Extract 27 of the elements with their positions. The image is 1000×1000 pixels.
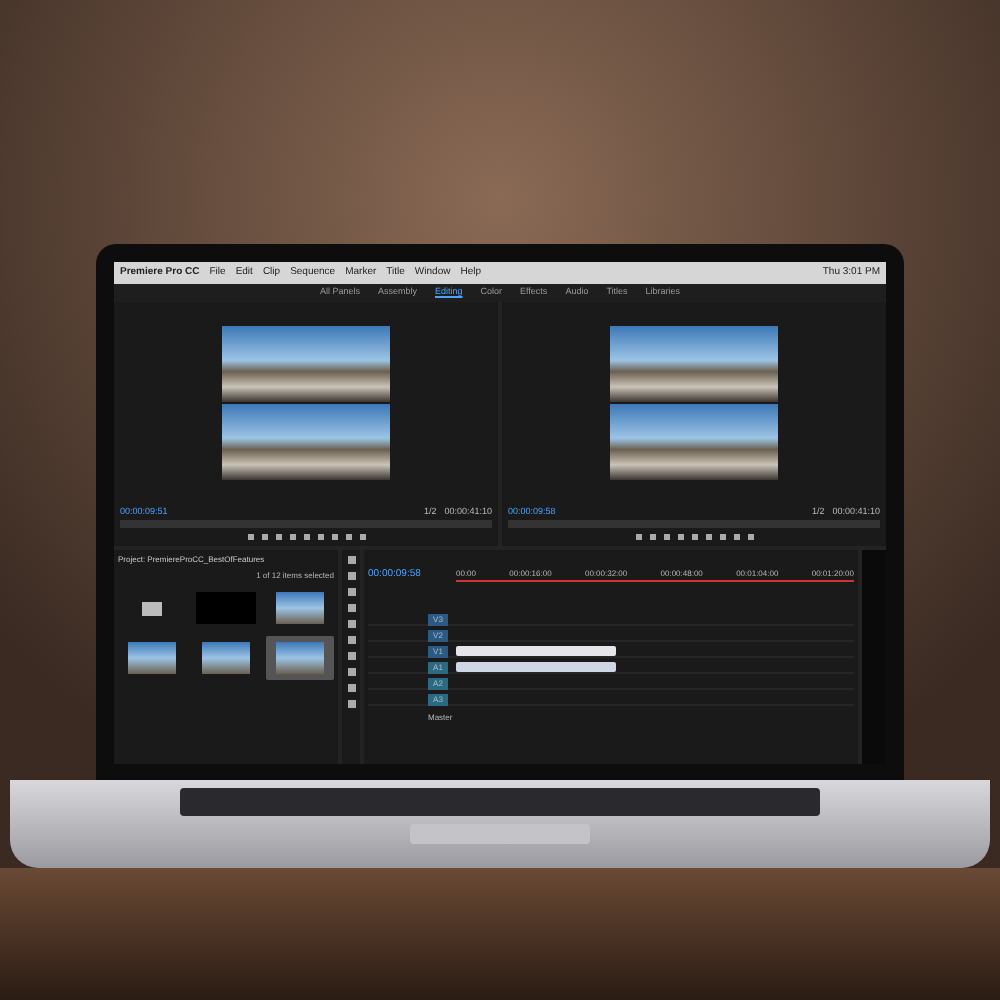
transport-icon[interactable] [289, 534, 295, 540]
transport-icon[interactable] [635, 534, 641, 540]
transport-icon[interactable] [247, 534, 253, 540]
transport-icon[interactable] [705, 534, 711, 540]
transport-icon[interactable] [719, 534, 725, 540]
video-clip[interactable] [456, 646, 616, 656]
transport-icon[interactable] [303, 534, 309, 540]
transport-icon[interactable] [677, 534, 683, 540]
audio-clip[interactable] [456, 662, 616, 672]
transport-icon[interactable] [275, 534, 281, 540]
thumbnail [202, 642, 250, 674]
transport-icon[interactable] [359, 534, 365, 540]
transport-icon[interactable] [733, 534, 739, 540]
thumbnail [196, 592, 256, 624]
transport-icon[interactable] [649, 534, 655, 540]
thumbnail [276, 642, 324, 674]
thumbnail [276, 592, 324, 624]
bin-item[interactable] [266, 636, 334, 680]
transport-icon[interactable] [261, 534, 267, 540]
transport-icon[interactable] [691, 534, 697, 540]
transport-icon[interactable] [345, 534, 351, 540]
transport-icon[interactable] [317, 534, 323, 540]
thumbnail [128, 642, 176, 674]
transport-icon[interactable] [747, 534, 753, 540]
transport-icon[interactable] [331, 534, 337, 540]
transport-icon[interactable] [663, 534, 669, 540]
folder-icon [142, 601, 162, 615]
